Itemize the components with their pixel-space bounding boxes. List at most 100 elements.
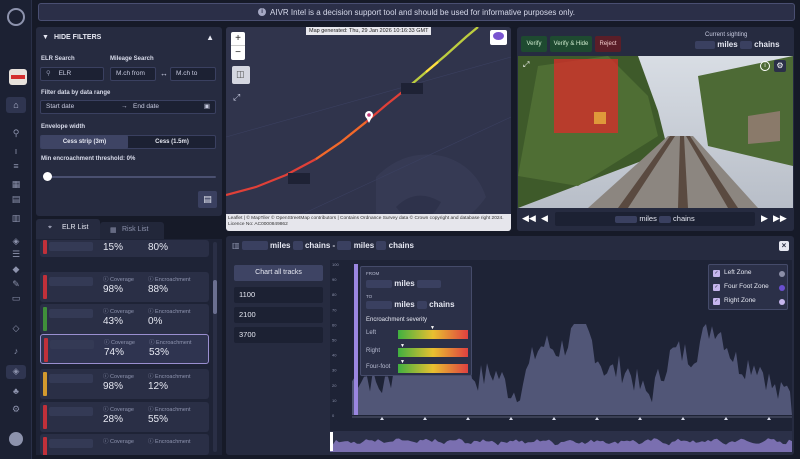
legend-item[interactable]: ✓ Left Zone (713, 269, 785, 279)
fullscreen-icon[interactable]: ⤢ (233, 92, 243, 102)
risk-icon: ▦ (110, 227, 117, 234)
pin-icon[interactable]: ◆ (8, 263, 24, 275)
legend-color-swatch (779, 299, 785, 305)
export-button[interactable]: ▤ (198, 191, 217, 208)
elr-search-label: ELR Search (41, 56, 75, 62)
step-forward-icon[interactable]: ▶ (761, 213, 768, 224)
elr-list-item[interactable]: ⓘ Coverage ⓘ Encroachment 74% 53% (40, 334, 209, 364)
legend-checkbox[interactable]: ✓ (713, 270, 720, 277)
rewind-icon[interactable]: ◀◀ (522, 213, 536, 224)
elr-search-input[interactable]: ⚲ ELR (40, 67, 104, 81)
encroachment-caption: ⓘ Encroachment (148, 309, 191, 315)
settings-icon[interactable]: ⚙ (774, 60, 786, 72)
track-camera-image[interactable] (518, 56, 793, 208)
calendar-icon: ▣ (203, 103, 210, 110)
list-scrollbar-thumb[interactable] (213, 280, 217, 314)
verify-hide-button[interactable]: Verify & Hide (550, 36, 592, 52)
chart-all-tracks-button[interactable]: Chart all tracks (234, 265, 323, 281)
cess-strip-option[interactable]: Cess strip (3m) (41, 135, 128, 149)
verify-button[interactable]: Verify (521, 36, 547, 52)
label-icon[interactable]: ◈ (6, 365, 26, 379)
elr-list-item[interactable]: ⓘ Coverage ⓘ Encroachment 98% 88% (40, 272, 209, 302)
elr-list-item[interactable]: ⓘ Coverage ⓘ Encroachment 98% 12% (40, 369, 209, 399)
legend-checkbox[interactable]: ✓ (713, 284, 720, 291)
elr-list-item[interactable]: ⓘ Coverage ⓘ Encroachment 28% 55% (40, 402, 209, 432)
y-tick-label: 10 (332, 398, 337, 403)
cess-option[interactable]: Cess (1.5m) (129, 135, 215, 149)
trees-icon[interactable]: ♣ (8, 385, 24, 397)
zoom-out-button[interactable]: − (231, 46, 245, 60)
map-panel[interactable]: Map generated: Thu, 29 Jan 2026 10:16:33… (226, 27, 511, 231)
tooltip-to-chains: chains (429, 300, 455, 309)
diamond-icon[interactable]: ◇ (8, 322, 24, 334)
threshold-slider-handle[interactable] (43, 172, 52, 181)
elr-list-item[interactable]: 15% 80% (40, 240, 209, 257)
left-nav-rail: ⌂ ⚲ ı ≡ ▦ ▤ ▥ ◈ ☰ ◆ ✎ ▭ ◇ ♪ ◈ ♣ ⚙ (0, 0, 32, 459)
tag-icon[interactable]: ◈ (8, 235, 24, 247)
app-logo[interactable] (7, 8, 25, 26)
y-tick-label: 80 (332, 292, 337, 297)
layers-button[interactable]: ◫ (232, 66, 250, 84)
tab-elr-list[interactable]: ⌖ ELR List (36, 219, 100, 239)
list-scrollbar[interactable] (213, 242, 217, 452)
coverage-caption: ⓘ Coverage (103, 309, 134, 315)
encroachment-value: 88% (148, 284, 169, 295)
elr-list-item[interactable]: ⓘ Coverage ⓘ Encroachment (40, 434, 209, 455)
legend-label: Right Zone (724, 297, 756, 304)
bell-icon[interactable]: ♪ (8, 345, 24, 357)
risk-color-bar (43, 437, 47, 455)
elr-list-item[interactable]: ⓘ Coverage ⓘ Encroachment 43% 0% (40, 304, 209, 334)
encroachment-chart-panel: ▥ miles chains - miles chains × Chart al… (226, 236, 794, 455)
brand-badge[interactable] (9, 69, 27, 85)
tag-icon: ⌖ (48, 224, 52, 231)
track-item[interactable]: 1100 (234, 287, 323, 303)
coverage-caption: ⓘ Coverage (103, 277, 134, 283)
legend-item[interactable]: ✓ Four Foot Zone (713, 283, 785, 293)
table-icon[interactable]: ☰ (8, 248, 24, 260)
severity-left-label: Left (366, 330, 377, 336)
tool-icon[interactable]: ✎ (8, 278, 24, 290)
track-item[interactable]: 3700 (234, 327, 323, 343)
reject-button[interactable]: Reject (595, 36, 621, 52)
brush-handle (330, 432, 333, 451)
train-icon[interactable]: ▥ (8, 212, 24, 224)
start-date-field[interactable]: Start date (46, 103, 74, 110)
map-canvas[interactable] (226, 27, 511, 231)
grid-icon[interactable]: ▤ (8, 193, 24, 205)
ruler-icon[interactable]: ▭ (8, 292, 24, 304)
legend-checkbox[interactable]: ✓ (713, 298, 720, 305)
date-range-input[interactable]: Start date → End date ▣ (40, 100, 216, 114)
layers-icon[interactable]: ≡ (8, 160, 24, 172)
mch-from-input[interactable]: M.ch from (110, 67, 156, 81)
current-sighting-label: Current sighting (705, 32, 748, 38)
fast-forward-icon[interactable]: ▶▶ (773, 213, 787, 224)
home-icon[interactable]: ⌂ (6, 97, 26, 113)
y-tick-label: 90 (332, 277, 337, 282)
settings-icon[interactable]: ⚙ (8, 403, 24, 415)
coverage-caption: ⓘ Coverage (103, 407, 134, 413)
info-icon[interactable]: i (760, 61, 770, 71)
expand-icon[interactable]: ⤢ (523, 60, 529, 70)
end-date-field[interactable]: End date (133, 101, 159, 113)
coverage-caption: ⓘ Coverage (104, 340, 135, 346)
zone-legend: ✓ Left Zone ✓ Four Foot Zone ✓ Right Zone (708, 264, 788, 310)
user-avatar-icon[interactable] (9, 432, 23, 446)
track-item[interactable]: 2100 (234, 307, 323, 323)
hide-filters-toggle[interactable]: ▼ HIDE FILTERS ▲ (42, 33, 216, 45)
chart-icon[interactable]: ▦ (8, 178, 24, 190)
severity-four-foot-bar (398, 364, 468, 373)
zoom-in-button[interactable]: + (231, 32, 245, 46)
elr-name-redacted (49, 309, 93, 318)
risk-color-bar (43, 372, 47, 396)
mch-to-input[interactable]: M.ch to (170, 67, 216, 81)
step-back-icon[interactable]: ◀ (541, 213, 548, 224)
risk-color-bar (43, 405, 47, 429)
mic-icon[interactable]: ı (8, 145, 24, 157)
current-sighting-value: miles chains (695, 40, 780, 49)
legend-item[interactable]: ✓ Right Zone (713, 297, 785, 307)
tab-risk-list[interactable]: ▦ Risk List (100, 222, 164, 239)
legend-label: Four Foot Zone (724, 283, 769, 290)
close-icon[interactable]: × (779, 241, 789, 251)
search-icon[interactable]: ⚲ (8, 127, 24, 139)
threshold-slider-track[interactable] (46, 176, 216, 178)
